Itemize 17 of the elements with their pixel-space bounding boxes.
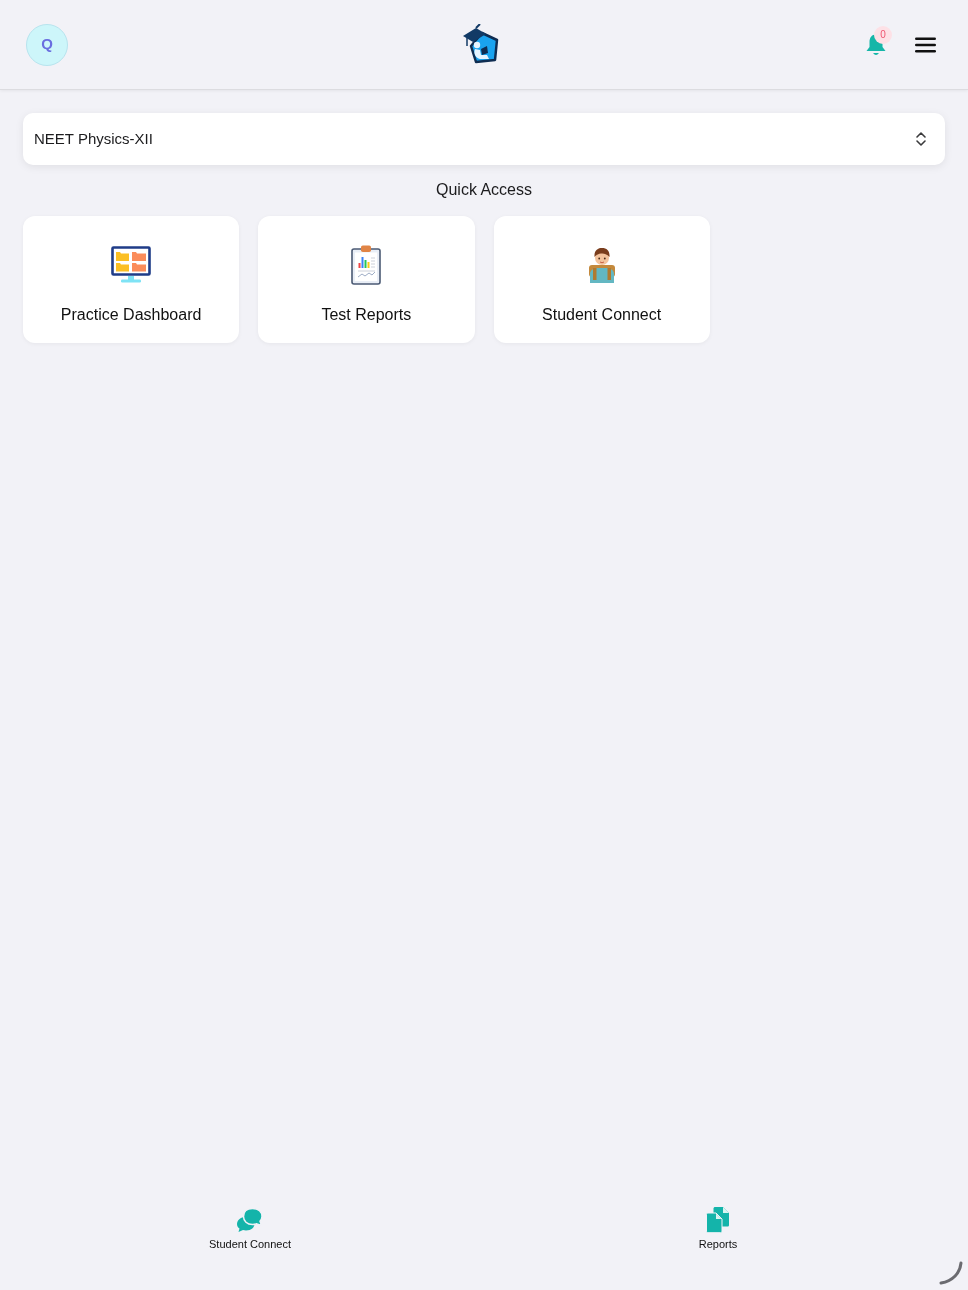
- monitor-folders-icon: [111, 246, 152, 284]
- quick-access-card[interactable]: Practice Dashboard: [23, 216, 240, 343]
- bottom-nav-tab[interactable]: Student Connect: [209, 1207, 291, 1257]
- menu-icon[interactable]: [915, 36, 936, 53]
- quick-access-card[interactable]: Test Reports: [258, 216, 475, 343]
- course-select[interactable]: NEET Physics-XII: [23, 113, 945, 165]
- spinner-icon: [939, 1261, 963, 1285]
- chevron-up-down-icon: [915, 131, 927, 147]
- notification-badge: 0: [874, 25, 892, 44]
- quick-access-card[interactable]: Student Connect: [493, 216, 710, 343]
- chat-bubbles-icon: [237, 1208, 263, 1232]
- profile-avatar[interactable]: Q: [26, 23, 68, 66]
- clipboard-chart-icon: [351, 245, 382, 285]
- bottom-nav-tab[interactable]: Reports: [698, 1207, 738, 1257]
- documents-icon: [706, 1207, 730, 1233]
- logo-icon: [462, 23, 500, 64]
- section-title: Quick Access: [436, 180, 532, 200]
